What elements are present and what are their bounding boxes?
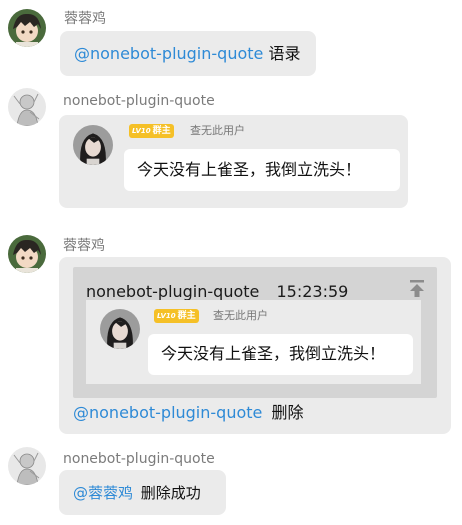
- arrow-up-to-top-icon[interactable]: [407, 278, 427, 298]
- reply-quote-panel[interactable]: nonebot-plugin-quote 15:23:59 LV10 群主 查无…: [73, 267, 437, 398]
- mention-link[interactable]: @蓉蓉鸡: [73, 484, 133, 502]
- reply-quote-inner: LV10 群主 查无此用户 今天没有上雀圣，我倒立洗头！: [86, 300, 421, 384]
- quoted-user-avatar: [73, 125, 113, 165]
- message-text: 删除: [271, 403, 304, 422]
- message-bubble: nonebot-plugin-quote 15:23:59 LV10 群主 查无…: [59, 257, 451, 434]
- quoted-message-text: 今天没有上雀圣，我倒立洗头！: [161, 344, 386, 363]
- message-text: 语录: [268, 44, 301, 63]
- sender-name: 蓉蓉鸡: [63, 238, 105, 254]
- sender-name: 蓉蓉鸡: [64, 11, 106, 27]
- quoted-message-bubble: 今天没有上雀圣，我倒立洗头！: [124, 149, 400, 191]
- avatar-sender-nonebot[interactable]: [8, 88, 46, 126]
- sender-name: nonebot-plugin-quote: [63, 451, 215, 467]
- avatar-sender-nonebot[interactable]: [8, 447, 46, 485]
- message-bubble: @nonebot-plugin-quote 语录: [60, 31, 316, 76]
- sender-name: nonebot-plugin-quote: [63, 93, 215, 109]
- message-text: 删除成功: [140, 484, 201, 502]
- reply-header-time: 15:23:59: [276, 282, 349, 301]
- avatar-sender-ronrongji[interactable]: [8, 235, 46, 273]
- member-level-badge: LV10 群主: [129, 124, 174, 138]
- quoted-user-avatar: [100, 309, 140, 349]
- message-bubble: @蓉蓉鸡 删除成功: [59, 470, 226, 515]
- member-level-badge: LV10 群主: [154, 309, 199, 323]
- reply-header-name: nonebot-plugin-quote: [86, 282, 260, 301]
- quoted-user-label: 查无此用户: [190, 124, 245, 137]
- quoted-user-label: 查无此用户: [213, 309, 268, 322]
- mention-link[interactable]: @nonebot-plugin-quote: [73, 403, 262, 422]
- avatar-sender-ronrongji[interactable]: [8, 9, 46, 47]
- mention-link[interactable]: @nonebot-plugin-quote: [74, 44, 263, 63]
- quoted-message-bubble: 今天没有上雀圣，我倒立洗头！: [148, 334, 413, 375]
- quoted-message-text: 今天没有上雀圣，我倒立洗头！: [137, 160, 362, 179]
- message-bubble: LV10 群主 查无此用户 今天没有上雀圣，我倒立洗头！: [59, 115, 408, 208]
